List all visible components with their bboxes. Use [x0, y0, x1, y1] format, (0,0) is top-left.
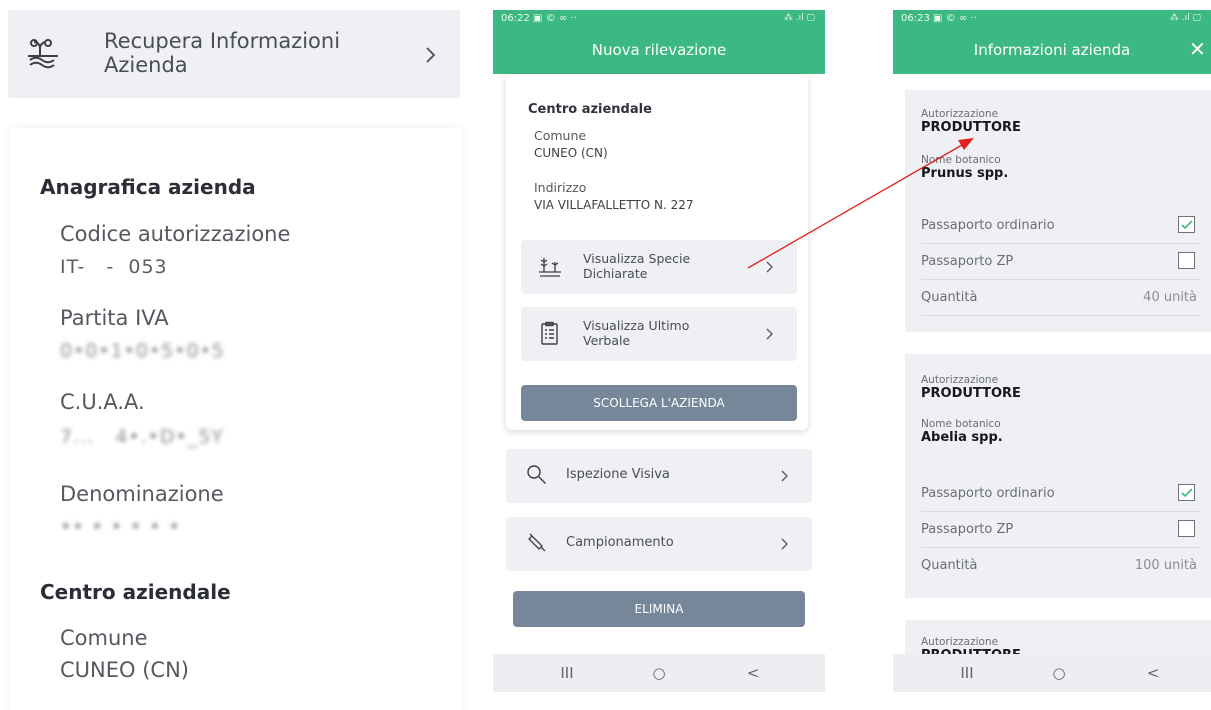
recupera-informazioni-button[interactable]: Recupera Informazioni Azienda [8, 10, 460, 98]
passaporto-ordinario-row: Passaporto ordinario [921, 476, 1201, 512]
visualizza-specie-label: Visualizza Specie Dichiarate [583, 251, 691, 281]
denominazione-value: •• • • • • • [60, 516, 181, 538]
centro-aziendale-card: Centro aziendale Comune CUNEO (CN) Indir… [506, 74, 808, 430]
passaporto-ordinario-checkbox[interactable] [1178, 216, 1195, 233]
quantita-row: Quantità 40 unità [921, 280, 1201, 316]
status-time: 06:22 [501, 13, 530, 24]
passaporto-ordinario-checkbox[interactable] [1178, 484, 1195, 501]
status-bar: 06:23 ▣ © ∞ ·· ⁂ .ıl ▢ [893, 10, 1211, 28]
passaporto-ordinario-label: Passaporto ordinario [921, 486, 1055, 501]
left-desktop-panel: Recupera Informazioni Azienda Anagrafica… [0, 0, 466, 710]
autorizzazione-label: Autorizzazione [921, 636, 999, 648]
codice-autorizzazione-value: IT- - 053 [60, 256, 168, 278]
indirizzo-label: Indirizzo [534, 180, 587, 195]
cuaa-value: 7... 4•.•D•_5Y [60, 426, 224, 448]
passaporto-zp-checkbox[interactable] [1178, 252, 1195, 269]
status-bar: 06:22 ▣ © ∞ ·· ⁂ .ıl ▢ [493, 10, 825, 28]
comune-label: Comune [60, 626, 148, 650]
passaporto-zp-checkbox[interactable] [1178, 520, 1195, 537]
recent-apps-icon[interactable]: III [959, 665, 975, 681]
visualizza-verbale-button[interactable]: Visualizza Ultimo Verbale [521, 307, 797, 361]
quantita-label: Quantità [921, 290, 978, 305]
visualizza-specie-button[interactable]: Visualizza Specie Dichiarate [521, 240, 797, 294]
phone-nuova-rilevazione: 06:22 ▣ © ∞ ·· ⁂ .ıl ▢ Nuova rilevazione… [493, 10, 825, 692]
chevron-right-icon [766, 261, 773, 273]
partita-iva-value: 0•0•1•0•5•0•5 [60, 340, 225, 362]
app-bar-title: Nuova rilevazione [493, 28, 825, 74]
recupera-label: Recupera Informazioni Azienda [104, 29, 341, 77]
comune-value: CUNEO (CN) [534, 146, 608, 160]
chevron-right-icon [781, 538, 788, 550]
nome-botanico-label: Nome botanico [921, 154, 1001, 166]
chevron-right-icon [426, 47, 436, 63]
elimina-button[interactable]: ELIMINA [513, 591, 805, 627]
section-centro-aziendale: Centro aziendale [40, 580, 231, 604]
indirizzo-value: VIA VILLAFALLETTO N. 227 [534, 198, 694, 212]
checkmark-icon [1181, 220, 1193, 230]
passaporto-ordinario-label: Passaporto ordinario [921, 218, 1055, 233]
comune-label: Comune [534, 128, 587, 143]
species-card: Autorizzazione PRODUTTORE Nome botanico … [905, 354, 1211, 598]
chevron-right-icon [781, 470, 788, 482]
scollega-azienda-button[interactable]: SCOLLEGA L'AZIENDA [521, 385, 797, 421]
status-notification-icons: ▣ © ∞ ·· [533, 13, 577, 24]
chevron-right-icon [766, 328, 773, 340]
nome-botanico-value: Prunus spp. [921, 166, 1009, 181]
screenshot-stage: Recupera Informazioni Azienda Anagrafica… [0, 0, 1211, 710]
ispezione-visiva-label: Ispezione Visiva [566, 467, 670, 482]
quantita-value: 40 unità [1143, 290, 1197, 305]
partita-iva-label: Partita IVA [60, 306, 169, 330]
test-tube-icon [528, 533, 546, 552]
back-icon[interactable]: < [745, 665, 761, 681]
checkmark-icon [1181, 488, 1193, 498]
android-nav-bar: III ○ < [893, 654, 1211, 692]
status-signal-battery-icons: ⁂ .ıl ▢ [783, 13, 815, 23]
phone-informazioni-azienda: 06:23 ▣ © ∞ ·· ⁂ .ıl ▢ Informazioni azie… [893, 10, 1211, 692]
passaporto-zp-label: Passaporto ZP [921, 254, 1014, 269]
cuaa-label: C.U.A.A. [60, 390, 145, 414]
campionamento-item[interactable]: Campionamento [506, 517, 812, 571]
status-signal-battery-icons: ⁂ .ıl ▢ [1169, 13, 1201, 23]
quantita-row: Quantità 100 unità [921, 548, 1201, 584]
passaporto-ordinario-row: Passaporto ordinario [921, 208, 1201, 244]
comune-value: CUNEO (CN) [60, 658, 189, 682]
magnifier-icon [527, 465, 546, 484]
app-bar-title: Informazioni azienda [893, 28, 1211, 74]
status-time: 06:23 [901, 13, 930, 24]
clipboard-icon [541, 321, 558, 345]
autorizzazione-label: Autorizzazione [921, 374, 999, 386]
passaporto-zp-row: Passaporto ZP [921, 244, 1201, 280]
autorizzazione-value: PRODUTTORE [921, 120, 1021, 135]
recent-apps-icon[interactable]: III [559, 665, 575, 681]
home-icon[interactable]: ○ [651, 665, 667, 681]
campionamento-label: Campionamento [566, 535, 674, 550]
nome-botanico-label: Nome botanico [921, 418, 1001, 430]
android-nav-bar: III ○ < [493, 654, 825, 692]
codice-autorizzazione-label: Codice autorizzazione [60, 222, 291, 246]
close-icon[interactable]: ✕ [1189, 37, 1211, 61]
passaporto-zp-row: Passaporto ZP [921, 512, 1201, 548]
passaporto-zp-label: Passaporto ZP [921, 522, 1014, 537]
quantita-value: 100 unità [1134, 558, 1197, 573]
anagrafica-card [10, 128, 462, 710]
ispezione-visiva-item[interactable]: Ispezione Visiva [506, 449, 812, 503]
back-icon[interactable]: < [1145, 665, 1161, 681]
home-icon[interactable]: ○ [1051, 665, 1067, 681]
autorizzazione-value: PRODUTTORE [921, 386, 1021, 401]
denominazione-label: Denominazione [60, 482, 224, 506]
section-anagrafica-azienda: Anagrafica azienda [40, 175, 256, 199]
nome-botanico-value: Abelia spp. [921, 430, 1003, 445]
status-notification-icons: ▣ © ∞ ·· [933, 13, 977, 24]
plants-icon [539, 258, 561, 277]
plants-icon [28, 39, 58, 69]
species-card: Autorizzazione PRODUTTORE Nome botanico … [905, 90, 1211, 332]
autorizzazione-label: Autorizzazione [921, 108, 999, 120]
quantita-label: Quantità [921, 558, 978, 573]
section-centro-aziendale: Centro aziendale [528, 102, 652, 117]
visualizza-verbale-label: Visualizza Ultimo Verbale [583, 318, 690, 348]
